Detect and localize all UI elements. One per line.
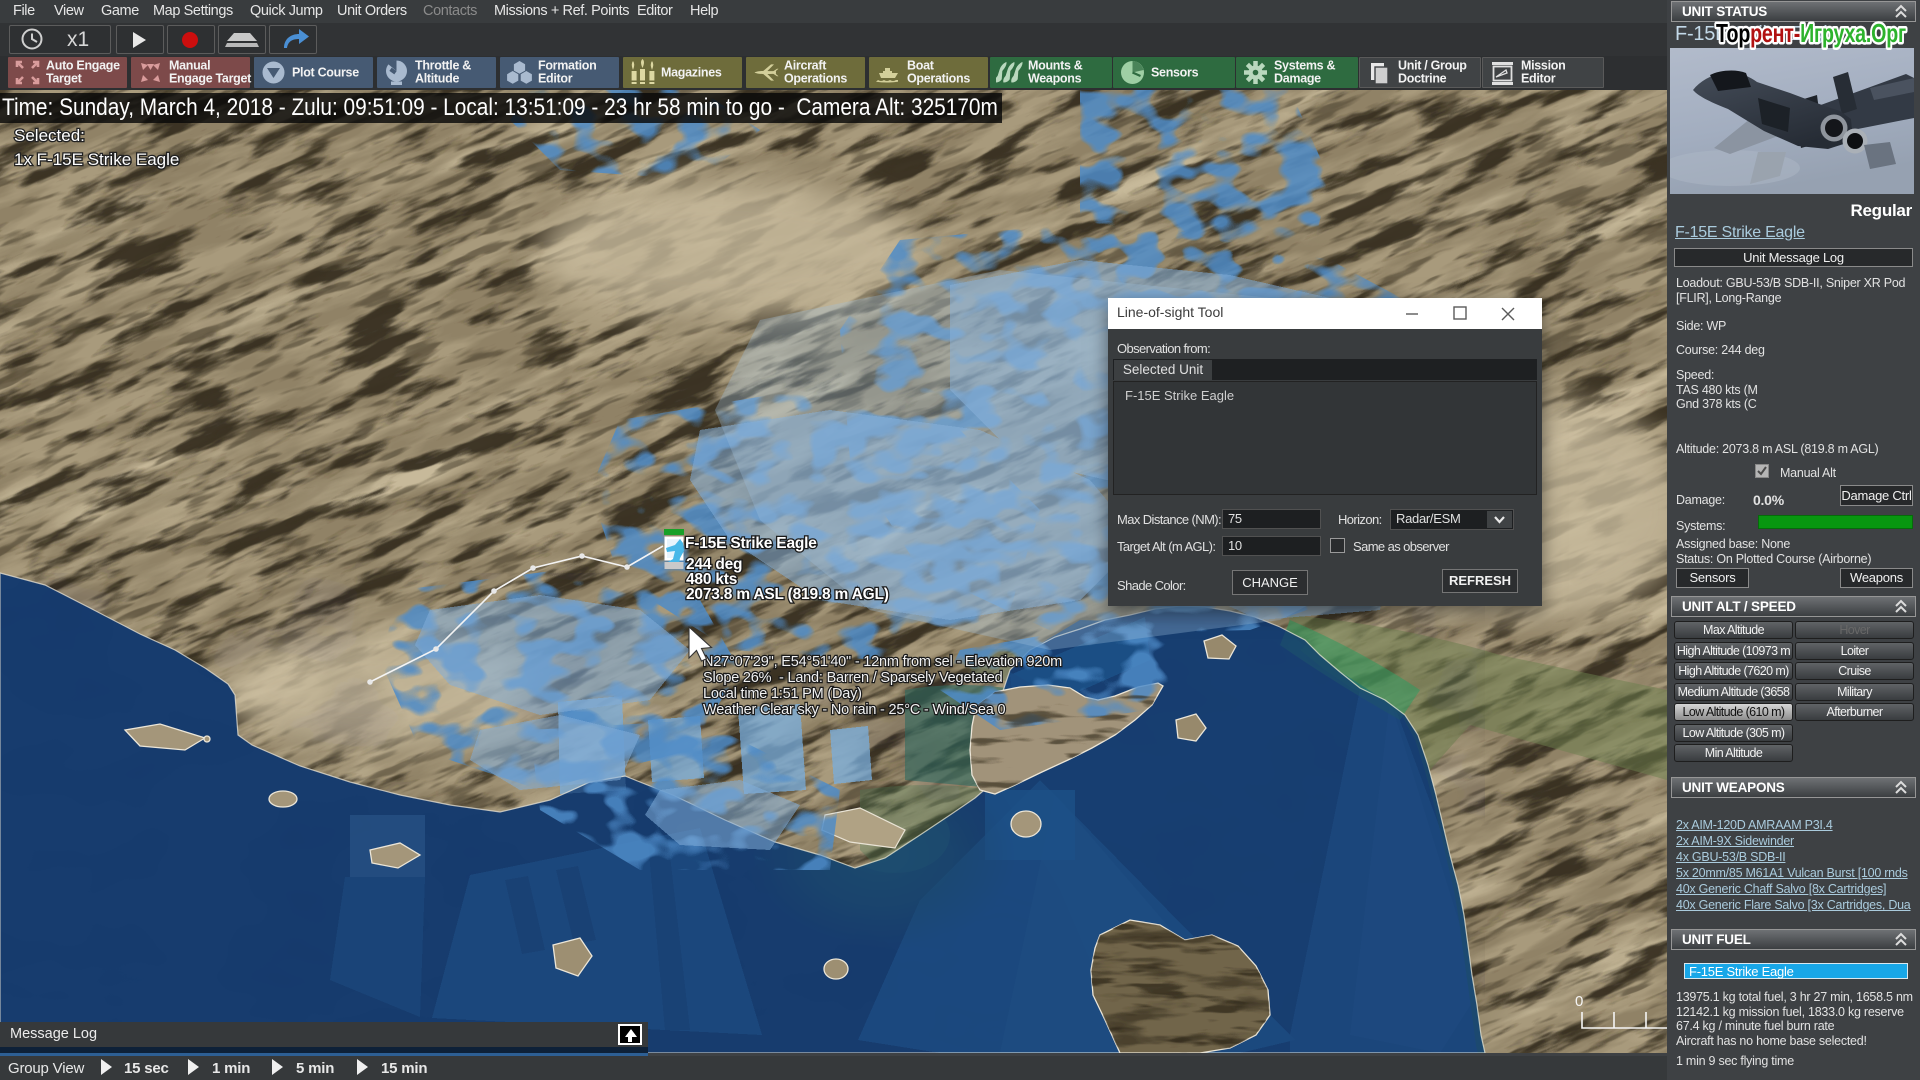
svg-text:Selected:: Selected: (14, 126, 85, 145)
svg-text:Торрент-Игруха.Орг: Торрент-Игруха.Орг (1716, 18, 1906, 48)
svg-text:2073.8 m ASL (819.8 m AGL): 2073.8 m ASL (819.8 m AGL) (686, 586, 889, 603)
svg-text:Weather Clear sky - No rain -: Weather Clear sky - No rain - 25°C - Win… (703, 702, 1005, 718)
svg-text:F-15E Strike Eagle: F-15E Strike Eagle (685, 535, 817, 552)
svg-text:N27°07'29", E54°51'40" - 12nm: N27°07'29", E54°51'40" - 12nm from sel -… (703, 654, 1062, 670)
svg-text:x1: x1 (67, 28, 89, 51)
svg-text:0: 0 (1575, 993, 1583, 1010)
svg-text:1x F-15E Strike Eagle: 1x F-15E Strike Eagle (14, 150, 179, 169)
svg-text:Slope 26% - Land: Barren / Sp: Slope 26% - Land: Barren / Sparsely Vege… (703, 670, 1003, 686)
svg-text:Local time 1:51 PM (Day): Local time 1:51 PM (Day) (703, 686, 862, 702)
